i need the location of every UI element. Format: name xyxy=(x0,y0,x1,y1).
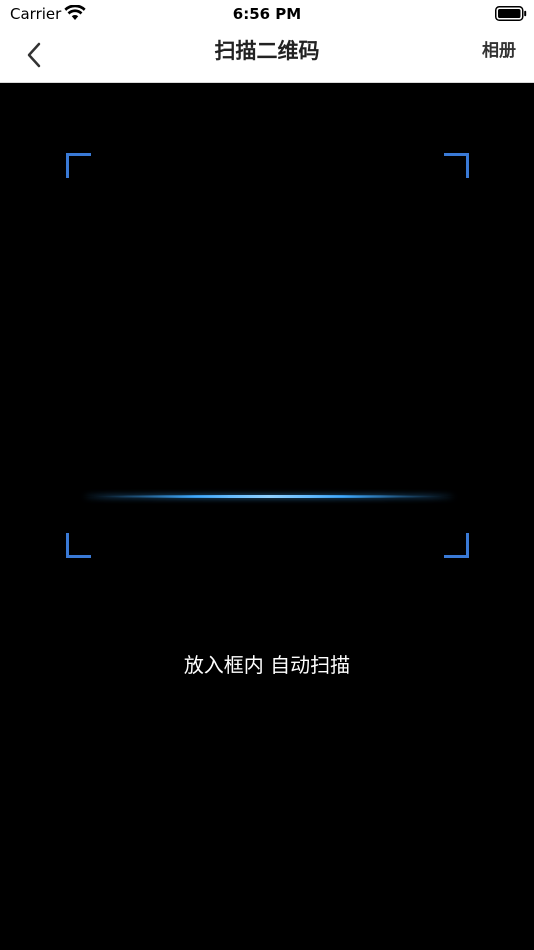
page-title: 扫描二维码 xyxy=(214,39,320,63)
status-time: 6:56 PM xyxy=(232,5,302,23)
camera-scan-area: 放入框内 自动扫描 xyxy=(0,83,534,950)
battery-icon xyxy=(495,6,527,21)
scan-frame-corner-bottom-right xyxy=(444,533,469,558)
scan-line xyxy=(84,495,454,498)
scan-frame-corner-bottom-left xyxy=(66,533,91,558)
scan-frame-corner-top-left xyxy=(66,153,91,178)
status-bar: Carrier 6:56 PM xyxy=(0,0,534,28)
album-button[interactable]: 相册 xyxy=(482,28,516,74)
navigation-bar: 扫描二维码 相册 xyxy=(0,28,534,82)
scan-frame-corner-top-right xyxy=(444,153,469,178)
scan-hint-text: 放入框内 自动扫描 xyxy=(183,653,351,677)
